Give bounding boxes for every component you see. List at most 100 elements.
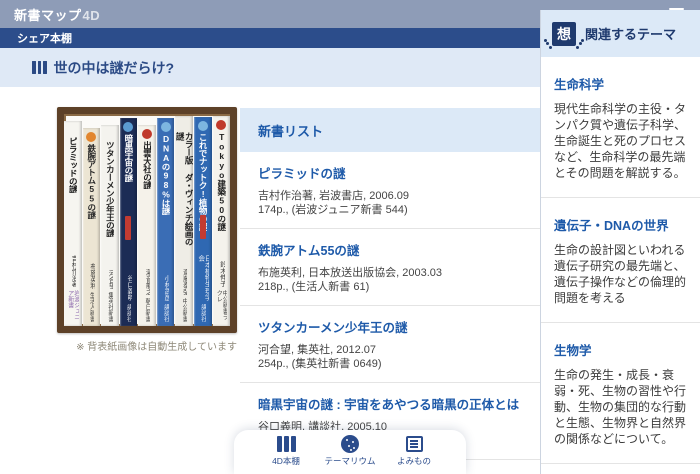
theme-description: 生命の設計図といわれる遺伝子研究の最先端と、遺伝子操作などの倫理的問題を考える [554,242,687,306]
spine-subtitle-band [88,221,94,245]
nav-item-label: テーマリウム [324,455,375,467]
bookshelf-column: ピラミッドの謎 吉村作治著 岩波ジュニア新書 鉄腕アトム55の謎 布施英利 生活… [57,87,240,474]
share-shelf-label: シェア本棚 [17,30,72,46]
book-spine[interactable]: 暗黒宇宙の謎 谷口義明 講談社 [120,118,138,326]
spine-publisher: 生活人新書 [88,292,94,322]
app-logo[interactable]: 新書マップ4D [14,5,100,24]
spine-subtitle-band [200,215,206,239]
spine-title: 暗黒宇宙の謎 [124,134,133,182]
book-title-link[interactable]: ツタンカーメン少年王の謎 [258,317,528,336]
spine-logo-icon [198,121,208,131]
spine-logo-icon [68,125,78,135]
theme-list: 生命科学 現代生命科学の主役・タンパク質や遺伝子科学、生命誕生と死のプロセスなど… [541,57,700,474]
book-spine[interactable]: これでナットク!植物の謎 日本植物生理学会 講談社 [194,117,212,326]
theme-title-link[interactable]: 遺伝子・DNAの世界 [554,215,687,234]
theme-description: 現代生命科学の主役・タンパク質や遺伝子科学、生命誕生と死のプロセスなど、生命科学… [554,101,687,181]
book-spine[interactable]: ピラミッドの謎 吉村作治著 岩波ジュニア新書 [64,121,82,326]
theme-title-link[interactable]: 生物学 [554,340,687,359]
spine-author: 吉村作治著 [70,255,77,288]
spine-author: 斎藤泰弘 [181,269,188,295]
spine-subtitle-band [163,216,169,240]
spine-publisher: 岩波ジュニア新書 [67,290,79,322]
spine-logo-icon [105,129,115,139]
book-list-panel: 新書リスト ピラミッドの謎 吉村作治著, 岩波書店, 2006.09 174p.… [240,87,540,474]
book-detail-line1: 河合望, 集英社, 2012.07 [258,343,528,357]
spine-author: 瀧音能之 [144,269,151,295]
spine-logo-icon [216,120,226,130]
book-list: ピラミッドの謎 吉村作治著, 岩波書店, 2006.09 174p., (岩波ジ… [240,152,540,460]
spine-subtitle-band [181,215,187,239]
share-shelf-bar: シェア本棚 [0,28,540,48]
spine-logo-icon [161,122,171,132]
spine-author: 日本植物生理学会 [196,255,209,301]
spine-publisher: 朝日新書 [144,298,150,322]
related-themes-header: 想 関連するテーマ [541,10,700,57]
book-spine[interactable]: 鉄腕アトム55の謎 布施英利 生活人新書 [83,128,101,326]
nav-item-label: 4D本棚 [272,455,300,467]
nav-item-label: よみもの [397,455,431,467]
planetarium-sphere-icon [341,435,359,453]
spine-publisher: 中公新書ラクレ [215,290,227,322]
book-detail-line2: 174p., (岩波ジュニア新書 544) [258,203,528,217]
spine-author: 谷口義明 [125,275,132,301]
book-spine[interactable]: ツタンカーメン少年王の謎 河合望 集英社新書 [101,125,119,326]
book-detail-line1: 布施英利, 日本放送出版協会, 2003.03 [258,266,528,280]
theme-list-item: 遺伝子・DNAの世界 生命の設計図といわれる遺伝子研究の最先端と、遺伝子操作など… [541,198,700,323]
book-detail-line1: 吉村作治著, 岩波書店, 2006.09 [258,189,528,203]
main-column: シェア本棚 世の中は謎だらけ? ピラミッドの謎 吉村作治著 岩波ジュニア新書 [0,28,540,474]
book-title-link[interactable]: ピラミッドの謎 [258,163,528,182]
book-list-item: ツタンカーメン少年王の謎 河合望, 集英社, 2012.07 254p., (集… [240,306,540,383]
spine-author: 布施英利 [88,263,95,289]
spine-author: 河合望 [107,270,114,290]
spine-subtitle-band [107,219,113,243]
nav-item-yomimono[interactable]: よみもの [382,435,446,474]
spine-title: DNAの98%は謎 [161,134,170,215]
spine-subtitle-band [144,219,150,243]
theme-title-link[interactable]: 生命科学 [554,74,687,93]
document-icon [406,435,423,453]
nav-item-themarium[interactable]: テーマリウム [318,435,382,474]
spine-logo-icon [86,132,96,142]
spine-subtitle-band [218,215,224,239]
book-spine[interactable]: カラー版 ダ・ヴィンチ絵画の謎 斎藤泰弘 中公新書 [175,116,193,326]
theme-list-item: 生命科学 現代生命科学の主役・タンパク質や遺伝子科学、生命誕生と死のプロセスなど… [541,57,700,198]
spine-subtitle-band [70,217,76,241]
related-themes-label: 関連するテーマ [585,24,676,43]
book-list-item: 鉄腕アトム55の謎 布施英利, 日本放送出版協会, 2003.03 218p.,… [240,229,540,306]
book-list-header: 新書リスト [240,108,540,152]
spine-publisher: 講談社 [125,304,131,322]
shelf-bars-icon [277,435,296,453]
app-logo-text: 新書マップ [14,8,82,23]
bottom-navigation: 4D本棚 テーマリウム よみもの [234,430,466,474]
spine-publisher: 講談社 [200,304,206,322]
book-title-link[interactable]: 暗黒宇宙の謎 : 宇宙をあやつる暗黒の正体とは [258,394,528,413]
spine-author: 小林武彦 [162,275,169,301]
shelf-title-row: 世の中は謎だらけ? [0,48,540,87]
spine-publisher: 中公新書 [181,298,187,322]
theme-list-item: 宇宙を知る 宇宙はどのように誕生し、どのようになっているのか--ビッグバン、膨張… [541,464,700,474]
spine-title: 鉄腕アトム55の謎 [87,144,96,219]
theme-kanji-icon: 想 [552,22,576,46]
spine-title: ピラミッドの謎 [68,137,77,193]
book-spine[interactable]: DNAの98%は謎 小林武彦 講談社 [157,118,175,326]
spine-logo-icon [123,122,133,132]
bookshelf-image: ピラミッドの謎 吉村作治著 岩波ジュニア新書 鉄腕アトム55の謎 布施英利 生活… [57,107,237,333]
theme-list-item: 生物学 生命の発生・成長・衰弱・死、生物の習性や行動、生物の集団的な行動と生態、… [541,323,700,464]
spine-title: 出雲大社の謎 [143,141,152,189]
theme-description: 生命の発生・成長・衰弱・死、生物の習性や行動、生物の集団的な行動と生態、生物界と… [554,367,687,447]
book-list-header-label: 新書リスト [258,121,323,140]
spine-logo-icon [142,129,152,139]
related-themes-sidebar: 想 関連するテーマ 生命科学 現代生命科学の主役・タンパク質や遺伝子科学、生命誕… [540,10,700,474]
book-spine[interactable]: Tokyo建築50の謎 鈴木伸子 中公新書ラクレ [213,116,231,326]
book-list-item: ピラミッドの謎 吉村作治著, 岩波書店, 2006.09 174p., (岩波ジ… [240,152,540,229]
nav-item-4d-shelf[interactable]: 4D本棚 [254,435,318,474]
spine-logo-icon [179,120,189,130]
book-spine[interactable]: 出雲大社の謎 瀧音能之 朝日新書 [138,125,156,326]
book-detail-line2: 254p., (集英社新書 0649) [258,357,528,371]
shelf-title: 世の中は謎だらけ? [54,58,175,78]
book-title-link[interactable]: 鉄腕アトム55の謎 [258,240,528,259]
spine-publisher: 講談社 [163,304,169,322]
spine-author: 鈴木伸子 [218,261,225,287]
shelf-bars-icon [32,61,47,74]
book-detail-line2: 218p., (生活人新書 61) [258,280,528,294]
